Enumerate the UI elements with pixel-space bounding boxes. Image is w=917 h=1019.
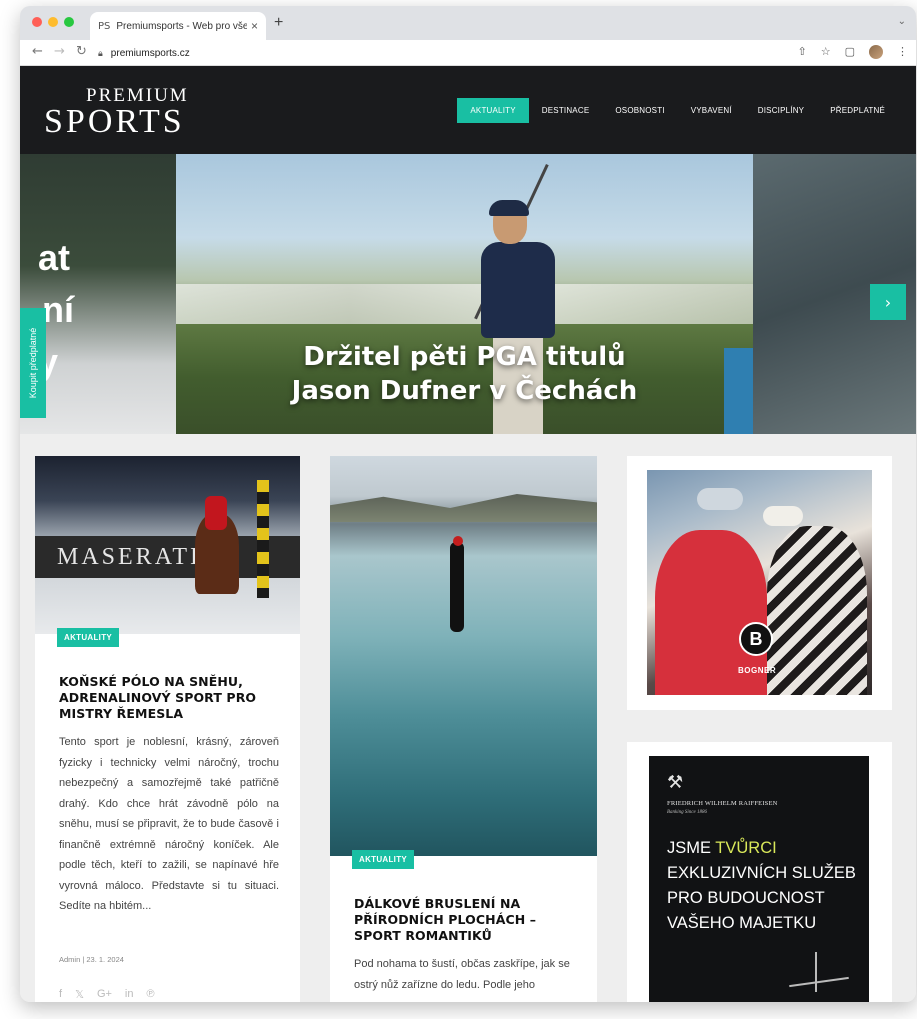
article-tag[interactable]: AKTUALITY — [352, 850, 415, 869]
main-menu: AKTUALITY DESTINACE OSOBNOSTI VYBAVENÍ D… — [457, 98, 898, 123]
bookmark-star-icon[interactable]: ☆ — [821, 45, 831, 59]
article-image-skating[interactable] — [330, 456, 597, 856]
browser-window: PS Premiumsports - Web pro všem × + ⌄ ← … — [20, 6, 916, 1002]
raiffeisen-name: FRIEDRICH WILHELM RAIFFEISEN — [667, 800, 778, 807]
article-tag[interactable]: AKTUALITY — [57, 628, 120, 647]
slide-title-line1: Držitel pěti PGA titulů — [303, 342, 626, 372]
article-card-skating[interactable]: AKTUALITY DÁLKOVÉ BRUSLENÍ NA PŘÍRODNÍCH… — [330, 456, 597, 1002]
menu-item-predplatne[interactable]: PŘEDPLATNÉ — [817, 98, 898, 123]
forward-arrow-icon[interactable]: → — [54, 44, 65, 59]
google-plus-icon[interactable]: G+ — [97, 988, 112, 1001]
profile-avatar[interactable] — [869, 45, 883, 59]
menu-item-aktuality[interactable]: AKTUALITY — [457, 98, 529, 123]
article-card-polo[interactable]: MASERATI AKTUALITY KOŇSKÉ PÓLO NA SNĚHU,… — [35, 456, 300, 1002]
article-title[interactable]: DÁLKOVÉ BRUSLENÍ NA PŘÍRODNÍCH PLOCHÁCH … — [354, 896, 580, 944]
raiffeisen-logo-icon: ⚒ — [667, 772, 684, 793]
article-image-polo[interactable]: MASERATI — [35, 456, 300, 634]
close-window-button[interactable] — [32, 17, 42, 27]
browser-tab[interactable]: PS Premiumsports - Web pro všem × — [90, 12, 266, 40]
facebook-icon[interactable]: f — [59, 988, 62, 1001]
menu-item-discipliny[interactable]: DISCIPLÍNY — [745, 98, 817, 123]
ad-bogner-image[interactable]: B BOGNER — [647, 470, 872, 695]
minimize-window-button[interactable] — [48, 17, 58, 27]
raiffeisen-slogan: JSME TVŮRCI EXKLUZIVNÍCH SLUŽEB PRO BUDO… — [667, 839, 856, 932]
ad-raiffeisen[interactable]: ⚒ FRIEDRICH WILHELM RAIFFEISEN Banking S… — [627, 742, 892, 1002]
slide-title[interactable]: Držitel pěti PGA titulů Jason Dufner v Č… — [176, 340, 753, 408]
active-slide[interactable]: Držitel pěti PGA titulů Jason Dufner v Č… — [176, 154, 753, 434]
article-title[interactable]: KOŇSKÉ PÓLO NA SNĚHU, ADRENALINOVÝ SPORT… — [59, 674, 279, 722]
lock-icon: 🔒︎ — [98, 47, 103, 58]
tab-bar: PS Premiumsports - Web pro všem × + ⌄ — [20, 6, 916, 40]
article-excerpt: Pod nohama to šustí, občas zaskřípe, jak… — [354, 958, 570, 991]
maserati-banner-text: MASERATI — [57, 544, 202, 570]
new-tab-button[interactable]: + — [274, 14, 283, 32]
tab-title: Premiumsports - Web pro všem — [116, 20, 247, 32]
article-meta: Admin | 23. 1. 2024 — [59, 955, 124, 964]
menu-dots-icon[interactable]: ⋮ — [897, 45, 908, 59]
ad-bogner[interactable]: B BOGNER — [627, 456, 892, 710]
bogner-logo-icon: B — [739, 622, 773, 656]
linkedin-icon[interactable]: in — [125, 988, 134, 1001]
reload-icon[interactable]: ↻ — [76, 44, 87, 59]
next-slide-button[interactable]: › — [870, 284, 906, 320]
article-excerpt: Tento sport je noblesní, krásný, zároveň… — [59, 736, 279, 912]
hero-slider: at ní ny Koupit předplatné — [20, 154, 916, 434]
chevron-down-icon[interactable]: ⌄ — [898, 16, 906, 27]
share-icons: f 𝕏 G+ in ℗ — [59, 988, 155, 1001]
buy-subscription-tab[interactable]: Koupit předplatné — [20, 308, 46, 418]
back-arrow-icon[interactable]: ← — [32, 44, 43, 59]
site-logo[interactable]: PREMIUM SPORTS — [44, 86, 189, 139]
menu-item-osobnosti[interactable]: OSOBNOSTI — [602, 98, 677, 123]
browser-toolbar: ← → ↻ 🔒︎ premiumsports.cz ⇧ ☆ ▢ ⋮ — [20, 40, 916, 66]
favicon-icon: PS — [98, 20, 111, 32]
raiffeisen-subtitle: Banking Since 1886 — [667, 810, 707, 815]
menu-item-destinace[interactable]: DESTINACE — [529, 98, 603, 123]
tab-close-icon[interactable]: × — [251, 19, 258, 33]
twitter-icon[interactable]: 𝕏 — [75, 988, 84, 1001]
sidebar-icon[interactable]: ▢ — [845, 45, 855, 59]
maximize-window-button[interactable] — [64, 17, 74, 27]
site-header: PREMIUM SPORTS AKTUALITY DESTINACE OSOBN… — [20, 66, 916, 154]
slide-title-line2: Jason Dufner v Čechách — [291, 376, 638, 406]
logo-bottom-text: SPORTS — [44, 103, 185, 140]
menu-item-vybaveni[interactable]: VYBAVENÍ — [678, 98, 745, 123]
buy-subscription-label: Koupit předplatné — [28, 327, 38, 399]
web-page: PREMIUM SPORTS AKTUALITY DESTINACE OSOBN… — [20, 66, 916, 1002]
toolbar-icons: ⇧ ☆ ▢ ⋮ — [798, 45, 908, 59]
bogner-label: BOGNER — [738, 666, 777, 675]
ad-raiffeisen-panel[interactable]: ⚒ FRIEDRICH WILHELM RAIFFEISEN Banking S… — [649, 756, 869, 1002]
url-text: premiumsports.cz — [110, 47, 190, 59]
slide-background — [176, 284, 753, 324]
share-icon[interactable]: ⇧ — [798, 45, 807, 59]
address-bar[interactable]: 🔒︎ premiumsports.cz — [98, 43, 818, 63]
pinterest-icon[interactable]: ℗ — [146, 988, 154, 1001]
